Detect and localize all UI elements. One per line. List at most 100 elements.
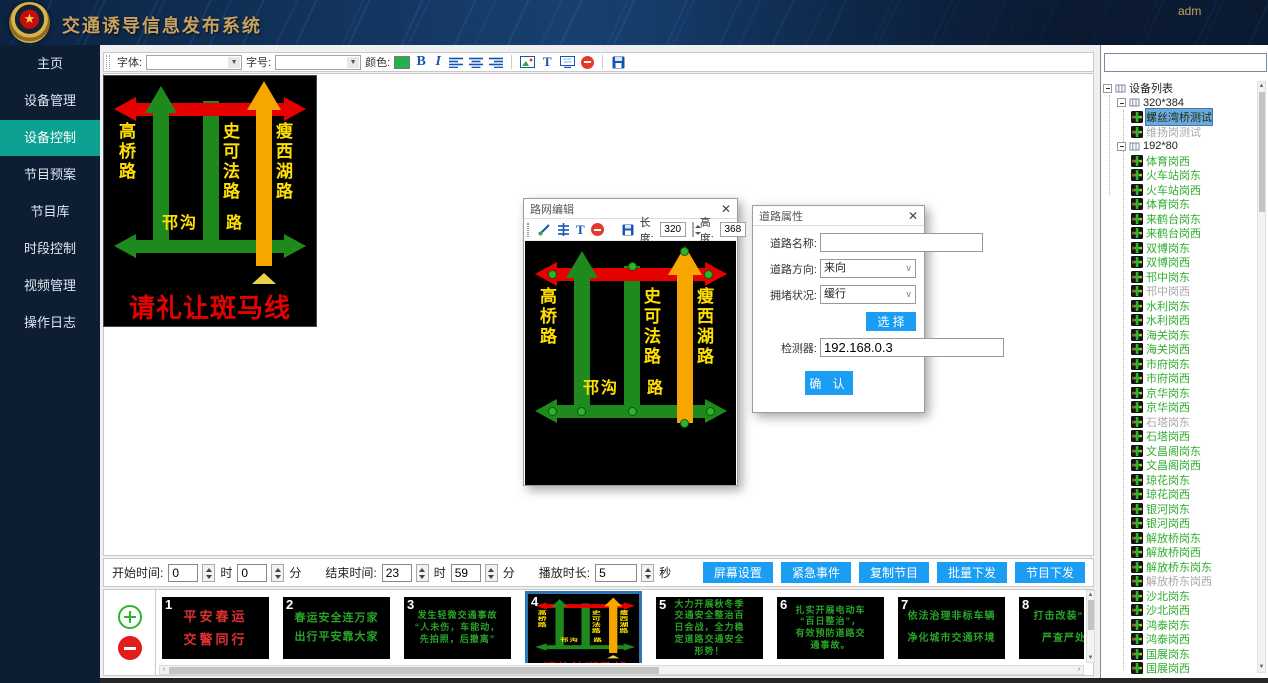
action-button[interactable]: 节目下发 bbox=[1015, 562, 1085, 583]
tree-device-item[interactable]: 市府岗东 bbox=[1103, 357, 1255, 372]
sidebar-item[interactable]: 操作日志 bbox=[0, 305, 100, 341]
select-button[interactable]: 选 择 bbox=[866, 312, 916, 331]
text-tool-icon[interactable]: T bbox=[576, 223, 585, 237]
length-input[interactable] bbox=[660, 222, 686, 237]
align-center-icon[interactable] bbox=[468, 55, 484, 69]
sidebar-item[interactable]: 设备管理 bbox=[0, 83, 100, 119]
playlist-item[interactable]: 7 依法治理非标车辆净化城市交通环境 bbox=[898, 597, 1005, 659]
tree-device-item[interactable]: 邗中岗西 bbox=[1103, 284, 1255, 299]
tree-device-item[interactable]: 火车站岗东 bbox=[1103, 168, 1255, 183]
close-icon[interactable]: ✕ bbox=[908, 209, 918, 223]
tree-device-item[interactable]: 体育岗东 bbox=[1103, 197, 1255, 212]
tree-device-item[interactable]: 解放桥岗西 bbox=[1103, 545, 1255, 560]
tree-device-item[interactable]: 解放桥东岗东 bbox=[1103, 560, 1255, 575]
start-minute-stepper[interactable] bbox=[271, 564, 284, 582]
start-hour-input[interactable] bbox=[168, 564, 198, 582]
tree-device-item[interactable]: 邗中岗东 bbox=[1103, 270, 1255, 285]
tree-device-item[interactable]: 水利岗西 bbox=[1103, 313, 1255, 328]
tree-device-item[interactable]: 解放桥东岗西 bbox=[1103, 574, 1255, 589]
road-direction-select[interactable]: 来向 ∨ bbox=[820, 259, 916, 278]
tree-group-192x80[interactable]: 192*80 bbox=[1103, 139, 1255, 154]
tree-device-item[interactable]: 鸿泰岗西 bbox=[1103, 632, 1255, 647]
scroll-down-icon[interactable]: ▼ bbox=[1258, 663, 1265, 672]
sidebar-item[interactable]: 主页 bbox=[0, 46, 100, 82]
sign-preview[interactable]: 高桥路 史可法路 瘦西湖路 邗沟 路 请礼让斑马线 bbox=[530, 596, 640, 663]
tree-device-item[interactable]: 海关岗西 bbox=[1103, 342, 1255, 357]
confirm-button[interactable]: 确 认 bbox=[805, 371, 853, 395]
tree-device-item[interactable]: 维扬岗测试 bbox=[1103, 125, 1255, 140]
sidebar-item[interactable]: 时段控制 bbox=[0, 231, 100, 267]
tree-device-item[interactable]: 银河岗西 bbox=[1103, 516, 1255, 531]
tree-device-item[interactable]: 鸿泰岗东 bbox=[1103, 618, 1255, 633]
tree-device-item[interactable]: 琼花岗东 bbox=[1103, 473, 1255, 488]
close-icon[interactable]: ✕ bbox=[1246, 1, 1266, 21]
action-button[interactable]: 屏幕设置 bbox=[703, 562, 773, 583]
tree-device-item[interactable]: 海关岗东 bbox=[1103, 328, 1255, 343]
insert-text-icon[interactable]: T bbox=[539, 55, 555, 69]
tree-device-item[interactable]: 京华岗西 bbox=[1103, 400, 1255, 415]
scroll-down-icon[interactable]: ▼ bbox=[1087, 654, 1094, 662]
playlist-horizontal-scrollbar[interactable]: ‹ › bbox=[159, 665, 1084, 675]
action-button[interactable]: 复制节目 bbox=[859, 562, 929, 583]
scroll-up-icon[interactable]: ▲ bbox=[1258, 82, 1265, 91]
duration-input[interactable] bbox=[595, 564, 637, 582]
detector-input[interactable] bbox=[820, 338, 1004, 357]
playlist-item[interactable]: 3 发生轻微交通事故“人未伤，车能动，先拍照，后撤离” bbox=[404, 597, 511, 659]
tree-device-item[interactable]: 螺丝湾桥测试 bbox=[1103, 110, 1255, 125]
duration-stepper[interactable] bbox=[641, 564, 654, 582]
tree-device-item[interactable]: 火车站岗西 bbox=[1103, 183, 1255, 198]
tree-root-device-list[interactable]: 设备列表 bbox=[1103, 81, 1255, 96]
close-icon[interactable]: ✕ bbox=[721, 202, 731, 216]
insert-image-icon[interactable] bbox=[519, 55, 535, 69]
tree-device-item[interactable]: 水利岗东 bbox=[1103, 299, 1255, 314]
tree-device-item[interactable]: 体育岗西 bbox=[1103, 154, 1255, 169]
start-hour-stepper[interactable] bbox=[202, 564, 215, 582]
sidebar-item[interactable]: 节目预案 bbox=[0, 157, 100, 193]
playlist-item[interactable]: 1 平安春运交警同行 bbox=[162, 597, 269, 659]
playlist-item[interactable]: 6 扎实开展电动车“百日整治”，有效预防道路交通事故。 bbox=[777, 597, 884, 659]
tree-device-item[interactable]: 银河岗东 bbox=[1103, 502, 1255, 517]
height-input[interactable] bbox=[720, 222, 746, 237]
save-icon[interactable] bbox=[610, 55, 626, 69]
tree-device-item[interactable]: 文昌阁岗西 bbox=[1103, 458, 1255, 473]
delete-item-icon[interactable] bbox=[579, 55, 595, 69]
tree-device-item[interactable]: 石塔岗东 bbox=[1103, 415, 1255, 430]
sign-preview[interactable]: 高桥路 史可法路 瘦西湖路 邗沟 路 请礼让斑马线 bbox=[525, 241, 736, 485]
tree-device-item[interactable]: 文昌阁岗东 bbox=[1103, 444, 1255, 459]
end-minute-input[interactable] bbox=[451, 564, 481, 582]
tree-device-item[interactable]: 国展岗西 bbox=[1103, 661, 1255, 676]
playlist-item[interactable]: 4 高桥路 史可法路 瘦西湖路 邗沟 路 请礼让斑马线 bbox=[525, 591, 642, 663]
align-right-icon[interactable] bbox=[488, 55, 504, 69]
bold-button[interactable]: B bbox=[414, 54, 428, 70]
scroll-left-icon[interactable]: ‹ bbox=[160, 666, 168, 674]
end-hour-stepper[interactable] bbox=[416, 564, 429, 582]
end-hour-input[interactable] bbox=[382, 564, 412, 582]
tree-collapse-icon[interactable] bbox=[1117, 98, 1126, 107]
tree-device-item[interactable]: 市府岗西 bbox=[1103, 371, 1255, 386]
tree-collapse-icon[interactable] bbox=[1117, 142, 1126, 151]
end-minute-stepper[interactable] bbox=[485, 564, 498, 582]
tree-device-item[interactable]: 来鹤台岗西 bbox=[1103, 226, 1255, 241]
tree-device-item[interactable]: 来鹤台岗东 bbox=[1103, 212, 1255, 227]
remove-program-icon[interactable] bbox=[118, 636, 142, 660]
action-button[interactable]: 批量下发 bbox=[937, 562, 1007, 583]
delete-item-icon[interactable] bbox=[591, 223, 604, 237]
minimize-icon[interactable]: — bbox=[1222, 2, 1242, 22]
font-color-swatch[interactable] bbox=[394, 56, 410, 69]
tree-device-item[interactable]: 双博岗东 bbox=[1103, 241, 1255, 256]
action-button[interactable]: 紧急事件 bbox=[781, 562, 851, 583]
road-name-input[interactable] bbox=[820, 233, 983, 252]
save-icon[interactable] bbox=[622, 223, 634, 237]
tree-device-item[interactable]: 解放桥岗东 bbox=[1103, 531, 1255, 546]
sidebar-item[interactable]: 视频管理 bbox=[0, 268, 100, 304]
road-network-canvas[interactable]: 高桥路 史可法路 瘦西湖路 邗沟 路 请礼让斑马线 bbox=[525, 241, 736, 485]
font-family-select[interactable]: ▼ bbox=[146, 55, 242, 70]
playlist-item[interactable]: 2 春运安全连万家出行平安靠大家 bbox=[283, 597, 390, 659]
tree-device-item[interactable]: 沙北岗西 bbox=[1103, 603, 1255, 618]
length-stepper[interactable] bbox=[692, 222, 694, 237]
lane-tool-icon[interactable] bbox=[557, 223, 570, 237]
screen-template-icon[interactable] bbox=[559, 55, 575, 69]
font-size-select[interactable]: ▼ bbox=[275, 55, 361, 70]
playlist-item[interactable]: 5 大力开展秋冬季交通安全整治百日会战，全力稳定道路交通安全形势！ bbox=[656, 597, 763, 659]
playlist-item[interactable]: 8 打击改装“炸街”严查严处“机 bbox=[1019, 597, 1084, 659]
